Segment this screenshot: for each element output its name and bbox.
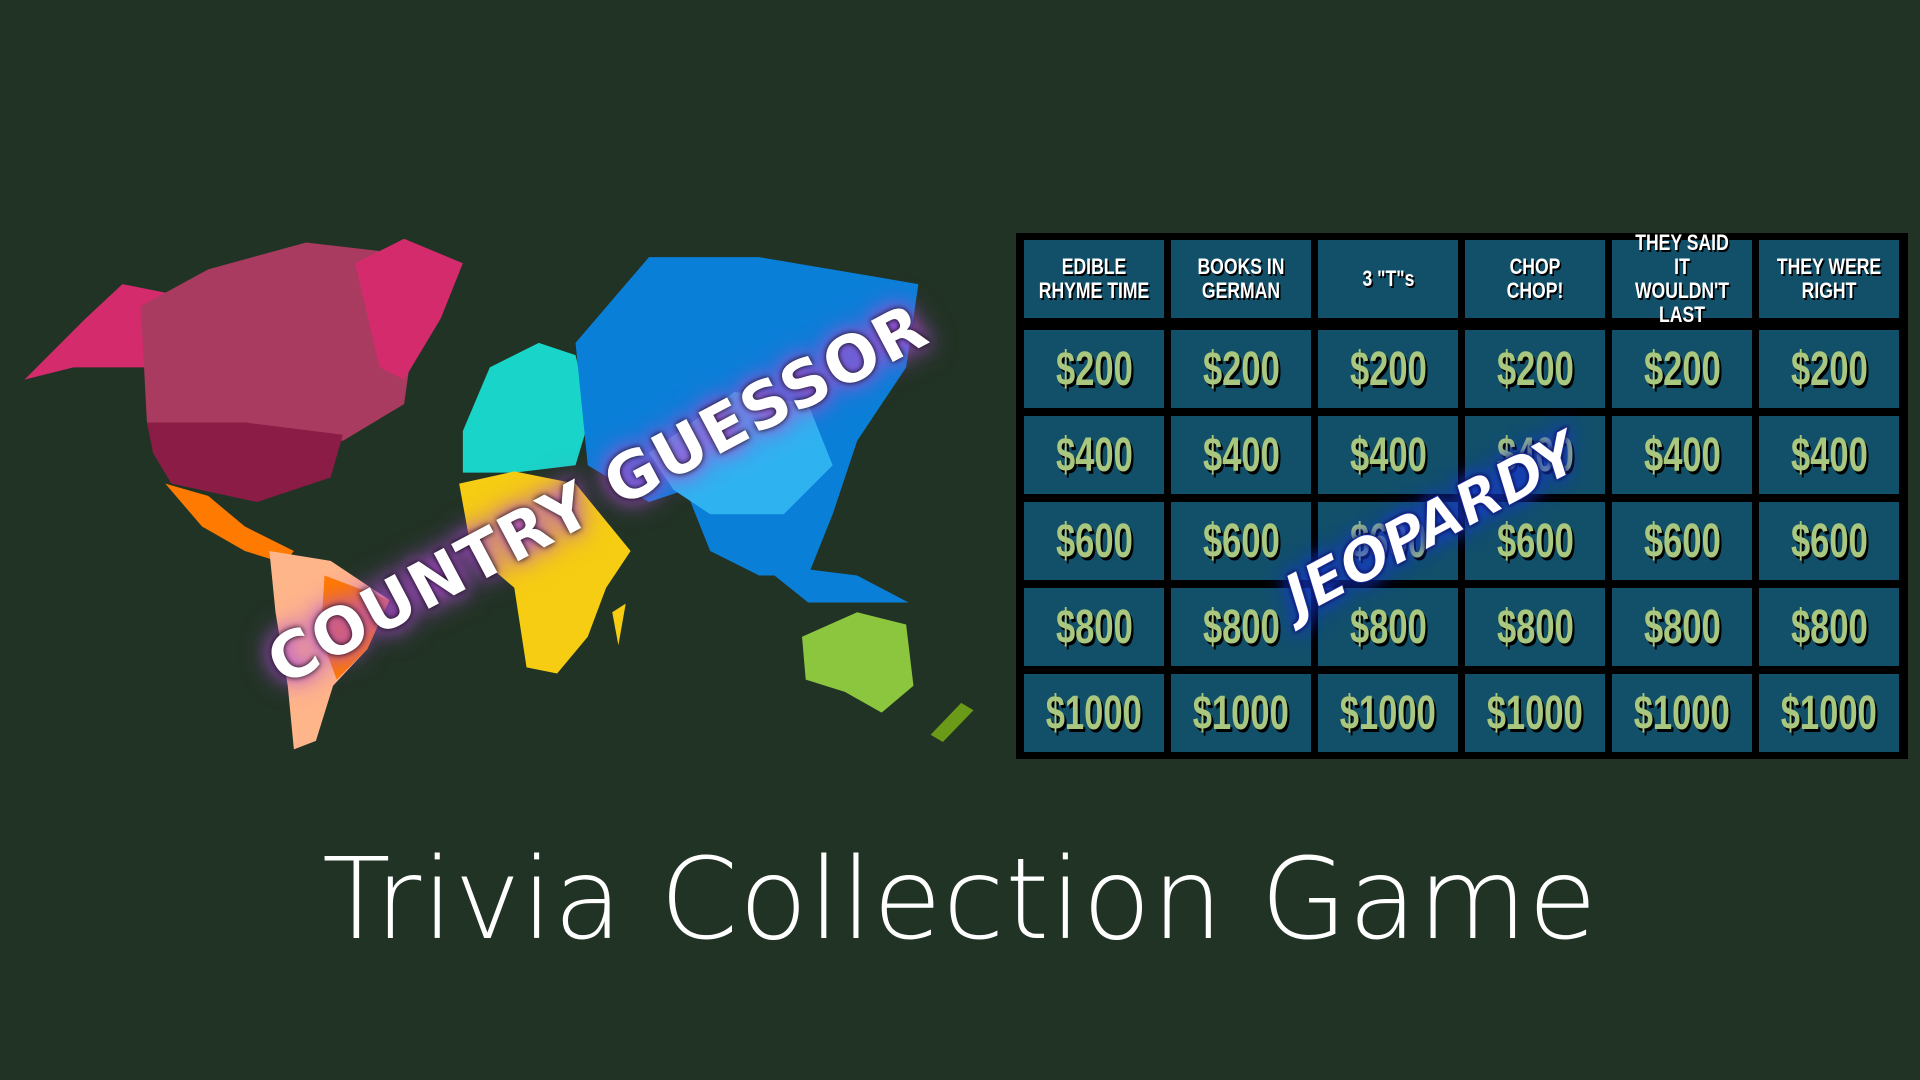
- clue-cell[interactable]: $200: [1759, 330, 1899, 408]
- clue-cell[interactable]: $600: [1759, 502, 1899, 580]
- clue-value: $400: [1790, 428, 1868, 482]
- clue-cell[interactable]: $1000: [1759, 674, 1899, 752]
- clue-value: $400: [1202, 428, 1280, 482]
- map-new-zealand: [930, 702, 974, 743]
- clue-value: $1000: [1780, 686, 1878, 740]
- clue-cell[interactable]: $1000: [1318, 674, 1458, 752]
- map-se-asia: [759, 563, 909, 603]
- clue-cell[interactable]: $800: [1612, 588, 1752, 666]
- clue-value: $400: [1055, 428, 1133, 482]
- clue-value: $800: [1496, 600, 1574, 654]
- clue-value: $800: [1790, 600, 1868, 654]
- clue-value: $800: [1055, 600, 1133, 654]
- category-header: THEY WERE RIGHT: [1759, 240, 1899, 318]
- clue-value: $200: [1790, 342, 1868, 396]
- clue-value: $1000: [1339, 686, 1437, 740]
- category-label: THEY WERE RIGHT: [1776, 254, 1882, 303]
- clue-value: $800: [1202, 600, 1280, 654]
- clue-cell[interactable]: $800: [1465, 588, 1605, 666]
- clue-cell[interactable]: $400: [1612, 416, 1752, 494]
- clue-value: $1000: [1192, 686, 1290, 740]
- clue-value: $800: [1643, 600, 1721, 654]
- category-header: 3 "T"s: [1318, 240, 1458, 318]
- clue-cell[interactable]: $600: [1612, 502, 1752, 580]
- clue-cell[interactable]: $600: [1024, 502, 1164, 580]
- clue-cell[interactable]: $400: [1759, 416, 1899, 494]
- clue-value: $200: [1496, 342, 1574, 396]
- clue-cell[interactable]: $200: [1171, 330, 1311, 408]
- category-label: THEY SAID IT WOULDN'T LAST: [1634, 230, 1730, 327]
- clue-value: $200: [1349, 342, 1427, 396]
- category-header: CHOP CHOP!: [1465, 240, 1605, 318]
- clue-cell[interactable]: $800: [1759, 588, 1899, 666]
- clue-value: $600: [1643, 514, 1721, 568]
- clue-value: $400: [1349, 428, 1427, 482]
- map-europe: [462, 342, 591, 473]
- map-madagascar: [612, 603, 626, 646]
- clue-cell[interactable]: $400: [1171, 416, 1311, 494]
- category-label: CHOP CHOP!: [1506, 254, 1564, 303]
- clue-cell[interactable]: $1000: [1465, 674, 1605, 752]
- clue-value: $600: [1790, 514, 1868, 568]
- category-header: EDIBLE RHYME TIME: [1024, 240, 1164, 318]
- clue-cell[interactable]: $200: [1612, 330, 1752, 408]
- clue-cell[interactable]: $200: [1024, 330, 1164, 408]
- clue-cell[interactable]: $1000: [1612, 674, 1752, 752]
- clue-value: $1000: [1633, 686, 1731, 740]
- clue-cell[interactable]: $200: [1465, 330, 1605, 408]
- clue-cell[interactable]: $1000: [1024, 674, 1164, 752]
- clue-value: $400: [1643, 428, 1721, 482]
- clue-cell[interactable]: $200: [1318, 330, 1458, 408]
- category-label: 3 "T"s: [1362, 266, 1414, 291]
- clue-value: $600: [1055, 514, 1133, 568]
- map-australia: [802, 612, 914, 713]
- clue-cell[interactable]: $400: [1024, 416, 1164, 494]
- clue-value: $200: [1055, 342, 1133, 396]
- clue-value: $200: [1643, 342, 1721, 396]
- category-header: THEY SAID IT WOULDN'T LAST: [1612, 231, 1752, 327]
- clue-value: $1000: [1486, 686, 1584, 740]
- clue-cell[interactable]: $1000: [1171, 674, 1311, 752]
- clue-value: $800: [1349, 600, 1427, 654]
- category-header: BOOKS IN GERMAN: [1171, 240, 1311, 318]
- page-title: Trivia Collection Game: [322, 835, 1598, 965]
- clue-cell[interactable]: $800: [1024, 588, 1164, 666]
- clue-value: $200: [1202, 342, 1280, 396]
- category-label: EDIBLE RHYME TIME: [1038, 254, 1150, 303]
- category-label: BOOKS IN GERMAN: [1197, 254, 1285, 303]
- clue-value: $600: [1202, 514, 1280, 568]
- clue-value: $1000: [1045, 686, 1143, 740]
